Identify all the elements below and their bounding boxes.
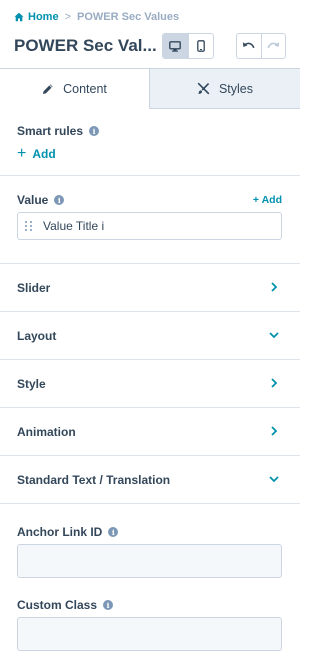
- anchor-link-id-heading: Anchor Link ID i: [17, 525, 119, 539]
- add-value-button[interactable]: + Add: [253, 194, 282, 206]
- chevron-right-icon: [271, 282, 278, 292]
- section-slider-label: Slider: [17, 281, 51, 295]
- tab-styles-label: Styles: [218, 81, 254, 96]
- value-item-label: Value Title i: [43, 219, 105, 233]
- section-layout[interactable]: Layout: [0, 312, 300, 360]
- section-style-label: Style: [17, 377, 46, 391]
- section-animation[interactable]: Animation: [0, 408, 300, 456]
- chevron-right-icon: [271, 378, 278, 388]
- editor-header: Home > POWER Sec Values POWER Sec Val...: [0, 0, 300, 68]
- info-icon[interactable]: i: [89, 126, 100, 136]
- chevron-down-icon: [269, 332, 279, 339]
- anchor-link-id-input[interactable]: [17, 544, 282, 578]
- section-layout-label: Layout: [17, 329, 57, 343]
- breadcrumb-separator: >: [64, 11, 71, 23]
- anchor-link-id-label: Anchor Link ID: [17, 525, 103, 539]
- redo-button[interactable]: [260, 34, 285, 58]
- redo-icon: [267, 42, 280, 49]
- value-list-item[interactable]: Value Title i: [17, 212, 282, 240]
- info-icon[interactable]: i: [54, 195, 65, 205]
- tab-content-label: Content: [63, 82, 107, 96]
- section-animation-label: Animation: [17, 425, 76, 439]
- device-view-toggle: [162, 33, 214, 59]
- paint-brush-icon: [197, 82, 210, 95]
- custom-class-input[interactable]: [17, 617, 282, 651]
- breadcrumb-current: POWER Sec Values: [77, 11, 180, 23]
- section-standard-text-translation[interactable]: Standard Text / Translation: [0, 456, 300, 504]
- smart-rules-label: Smart rules: [17, 124, 84, 138]
- smart-rules-section: [0, 108, 300, 176]
- breadcrumb-home-link[interactable]: Home: [28, 11, 59, 23]
- mobile-view-button[interactable]: [187, 34, 213, 58]
- mobile-icon: [197, 40, 205, 52]
- chevron-right-icon: [271, 426, 278, 436]
- tab-content[interactable]: Content: [0, 69, 150, 109]
- section-style[interactable]: Style: [0, 360, 300, 408]
- info-icon[interactable]: i: [108, 527, 119, 537]
- custom-class-heading: Custom Class i: [17, 598, 114, 612]
- custom-class-label: Custom Class: [17, 598, 98, 612]
- value-label: Value: [17, 193, 49, 207]
- smart-rules-heading: Smart rules i: [17, 124, 100, 138]
- add-smart-rule-label: Add: [32, 147, 56, 161]
- value-heading: Value i: [17, 193, 65, 207]
- panel-tabs: Content Styles: [0, 68, 300, 109]
- add-smart-rule-button[interactable]: + Add: [17, 146, 56, 162]
- home-icon: [14, 12, 24, 22]
- breadcrumb: Home > POWER Sec Values: [14, 11, 179, 23]
- section-slider[interactable]: Slider: [0, 264, 300, 312]
- info-icon[interactable]: i: [103, 600, 114, 610]
- undo-button[interactable]: [237, 34, 261, 58]
- history-controls: [236, 33, 286, 59]
- desktop-view-button[interactable]: [163, 34, 188, 58]
- plus-icon: +: [17, 145, 27, 162]
- desktop-icon: [169, 40, 182, 52]
- drag-handle-icon[interactable]: [25, 217, 33, 235]
- chevron-down-icon: [269, 476, 279, 483]
- undo-icon: [243, 42, 255, 49]
- page-title: POWER Sec Val...: [14, 36, 157, 55]
- pencil-icon: [43, 84, 53, 94]
- section-standard-text-label: Standard Text / Translation: [17, 473, 171, 487]
- tab-styles[interactable]: Styles: [150, 69, 300, 109]
